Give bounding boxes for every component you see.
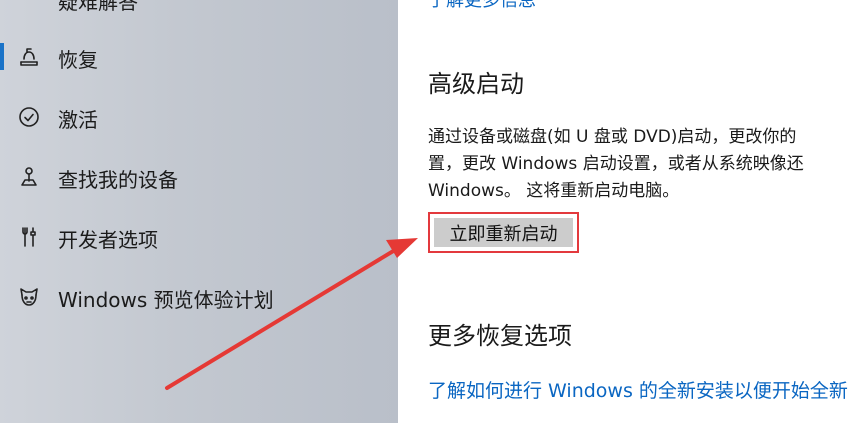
sidebar-item-label: 激活 [58,108,98,132]
activation-check-icon [17,105,41,129]
sidebar-item-developer-options[interactable]: 开发者选项 [0,218,398,258]
description-line: Windows。 这将重新启动电脑。 [428,181,680,201]
sidebar-item-label: 开发者选项 [58,228,158,252]
recovery-icon [17,45,41,69]
sidebar-item-label: 查找我的设备 [58,168,178,192]
insider-program-icon [17,285,41,309]
sidebar-item-label: Windows 预览体验计划 [58,288,274,312]
find-my-device-icon [17,165,41,189]
settings-sidebar: 疑难解答 恢复 激活 查找我的设备 开发者选项 Windows 预览体验计划 [0,0,398,423]
advanced-startup-description: 通过设备或磁盘(如 U 盘或 DVD)启动，更改你的 置，更改 Windows … [428,124,853,205]
sidebar-item-find-my-device[interactable]: 查找我的设备 [0,158,398,198]
sidebar-item-troubleshoot[interactable]: 疑难解答 [58,0,138,15]
sidebar-item-recovery[interactable]: 恢复 [0,38,398,78]
more-recovery-options-title: 更多恢复选项 [428,322,572,350]
recovery-content-pane: 了解更多信息 高级启动 通过设备或磁盘(如 U 盘或 DVD)启动，更改你的 置… [398,0,853,423]
advanced-startup-title: 高级启动 [428,70,524,98]
learn-more-link[interactable]: 了解更多信息 [428,0,536,12]
restart-button-highlight: 立即重新启动 [428,212,579,253]
description-line: 通过设备或磁盘(如 U 盘或 DVD)启动，更改你的 [428,127,797,147]
restart-now-button[interactable]: 立即重新启动 [434,218,573,247]
description-line: 置，更改 Windows 启动设置，或者从系统映像还 [428,154,804,174]
sidebar-item-label: 恢复 [58,48,98,72]
sidebar-item-activation[interactable]: 激活 [0,98,398,138]
sidebar-item-insider-program[interactable]: Windows 预览体验计划 [0,278,398,318]
developer-options-icon [17,225,41,249]
clean-install-link[interactable]: 了解如何进行 Windows 的全新安装以便开始全新 [428,376,848,403]
